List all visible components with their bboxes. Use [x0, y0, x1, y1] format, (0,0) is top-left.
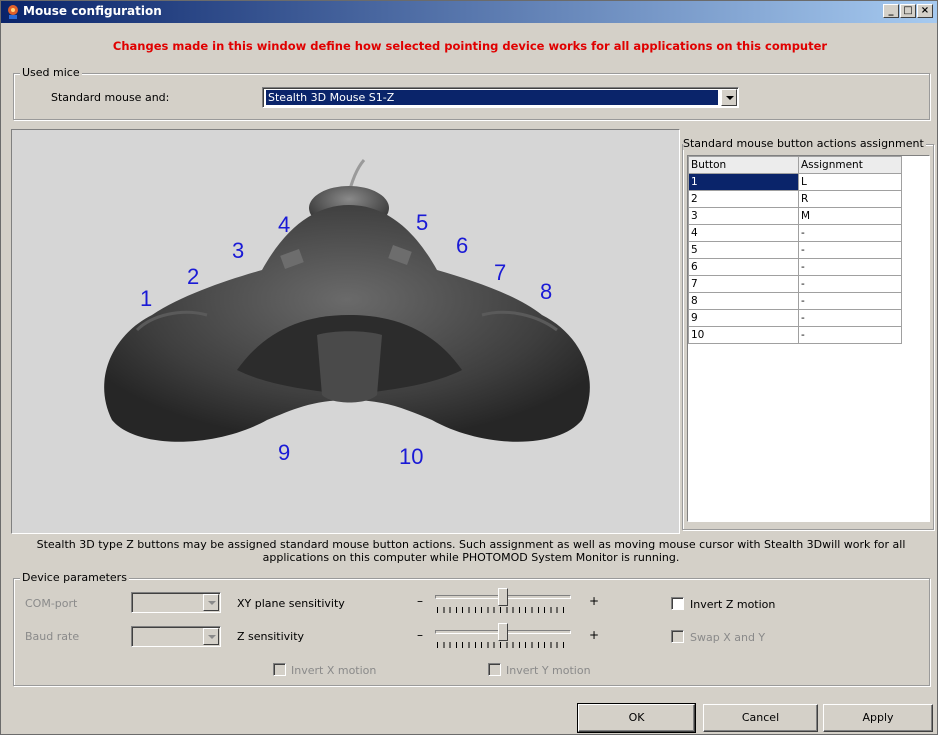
table-row[interactable]: 7- [688, 275, 902, 293]
button-cell[interactable]: 3 [688, 207, 799, 225]
button-number-1: 1 [140, 286, 153, 311]
column-header-button[interactable]: Button [688, 156, 799, 174]
invert-y-label: Invert Y motion [506, 664, 591, 677]
button-number-3: 3 [232, 238, 245, 263]
xy-slider-ticks [437, 607, 569, 613]
warning-notice: Changes made in this window define how s… [112, 39, 828, 53]
close-button[interactable]: × [917, 4, 933, 18]
title-bar[interactable]: Mouse configuration _ □ × [1, 1, 937, 23]
maximize-button[interactable]: □ [900, 4, 916, 18]
invert-x-checkbox[interactable] [273, 663, 286, 676]
xy-slider-thumb[interactable] [498, 588, 508, 606]
z-sensitivity-label: Z sensitivity [237, 630, 305, 643]
xy-sensitivity-label: XY plane sensitivity [237, 597, 345, 610]
z-sensitivity-slider[interactable] [433, 623, 573, 651]
button-cell[interactable]: 10 [688, 326, 799, 344]
invert-y-checkbox[interactable] [488, 663, 501, 676]
button-cell[interactable]: 4 [688, 224, 799, 242]
z-minus-label: – [417, 628, 423, 642]
button-number-6: 6 [456, 233, 469, 258]
button-number-5: 5 [416, 210, 429, 235]
device-parameters-legend: Device parameters [20, 571, 129, 584]
table-row[interactable]: 1L [688, 173, 902, 191]
button-cell[interactable]: 7 [688, 275, 799, 293]
com-port-select[interactable] [131, 592, 221, 613]
invert-z-checkbox[interactable] [671, 597, 684, 610]
table-row[interactable]: 4- [688, 224, 902, 242]
button-number-10: 10 [399, 444, 424, 469]
button-cell[interactable]: 1 [688, 173, 799, 191]
table-header-row: Button Assignment [688, 156, 902, 174]
table-row[interactable]: 9- [688, 309, 902, 327]
com-port-label: COM-port [25, 597, 78, 610]
mouse-configuration-window: Mouse configuration _ □ × Changes made i… [0, 0, 938, 735]
z-slider-thumb[interactable] [498, 623, 508, 641]
assignment-cell[interactable]: - [798, 309, 902, 327]
window-title: Mouse configuration [23, 4, 162, 18]
assignment-cell[interactable]: - [798, 241, 902, 259]
invert-z-label: Invert Z motion [690, 598, 776, 611]
assignment-table-container: Button Assignment 1L 2R 3M 4- 5- 6- 7- 8… [687, 155, 930, 522]
assignment-cell[interactable]: M [798, 207, 902, 225]
apply-button[interactable]: Apply [823, 704, 933, 732]
table-row[interactable]: 8- [688, 292, 902, 310]
assignment-cell[interactable]: - [798, 275, 902, 293]
z-slider-ticks [437, 642, 569, 648]
button-number-2: 2 [187, 264, 200, 289]
table-row[interactable]: 2R [688, 190, 902, 208]
mouse-type-value: Stealth 3D Mouse S1-Z [266, 90, 718, 105]
column-header-assignment[interactable]: Assignment [798, 156, 902, 174]
table-row[interactable]: 6- [688, 258, 902, 276]
chevron-down-icon[interactable] [203, 628, 219, 645]
button-number-9: 9 [278, 440, 291, 465]
z-plus-label: + [589, 628, 600, 642]
table-row[interactable]: 10- [688, 326, 902, 344]
button-cell[interactable]: 9 [688, 309, 799, 327]
mouse-type-select[interactable]: Stealth 3D Mouse S1-Z [262, 87, 739, 108]
table-row[interactable]: 3M [688, 207, 902, 225]
description-text: Stealth 3D type Z buttons may be assigne… [36, 538, 906, 564]
app-icon [8, 5, 18, 19]
button-cell[interactable]: 8 [688, 292, 799, 310]
xy-minus-label: – [417, 594, 423, 608]
standard-mouse-label: Standard mouse and: [51, 91, 170, 104]
xy-sensitivity-slider[interactable] [433, 588, 573, 616]
button-cell[interactable]: 5 [688, 241, 799, 259]
chevron-down-icon[interactable] [203, 594, 219, 611]
stealth-mouse-image [104, 159, 590, 442]
cancel-button[interactable]: Cancel [703, 704, 818, 732]
swap-xy-checkbox[interactable] [671, 630, 684, 643]
button-number-4: 4 [278, 212, 291, 237]
minimize-button[interactable]: _ [883, 4, 899, 18]
button-number-8: 8 [540, 279, 553, 304]
button-cell[interactable]: 6 [688, 258, 799, 276]
assignment-cell[interactable]: R [798, 190, 902, 208]
assignment-cell[interactable]: - [798, 224, 902, 242]
assignment-cell[interactable]: - [798, 292, 902, 310]
assignment-legend: Standard mouse button actions assignment [683, 137, 926, 150]
button-number-7: 7 [494, 260, 507, 285]
assignment-cell[interactable]: - [798, 258, 902, 276]
assignment-cell[interactable]: L [798, 173, 902, 191]
table-row[interactable]: 5- [688, 241, 902, 259]
mouse-image-panel: 1 2 3 4 5 6 7 8 9 10 [11, 129, 680, 534]
swap-xy-label: Swap X and Y [690, 631, 766, 644]
xy-plus-label: + [589, 594, 600, 608]
assignment-cell[interactable]: - [798, 326, 902, 344]
assignment-table: Button Assignment 1L 2R 3M 4- 5- 6- 7- 8… [688, 156, 902, 344]
invert-x-label: Invert X motion [291, 664, 377, 677]
baud-rate-select[interactable] [131, 626, 221, 647]
baud-rate-label: Baud rate [25, 630, 80, 643]
chevron-down-icon[interactable] [721, 89, 737, 106]
used-mice-legend: Used mice [20, 66, 82, 79]
ok-button[interactable]: OK [577, 703, 696, 733]
button-cell[interactable]: 2 [688, 190, 799, 208]
